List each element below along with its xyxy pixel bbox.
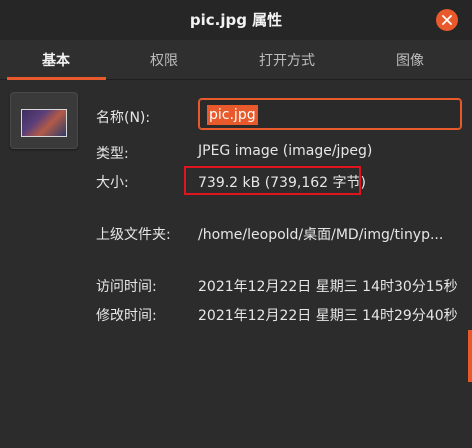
tab-image[interactable]: 图像	[360, 40, 460, 80]
tab-bar: 基本 权限 打开方式 图像	[0, 40, 472, 80]
tab-permissions[interactable]: 权限	[114, 40, 214, 80]
modified-value: 2021年12月22日 星期三 14时29分40秒	[198, 308, 458, 324]
parent-folder-value[interactable]: /home/leopold/桌面/MD/img/tinyp...	[198, 224, 443, 244]
window-title: pic.jpg 属性	[189, 11, 283, 29]
modified-label: 修改时间:	[96, 308, 157, 324]
active-tab-indicator	[7, 77, 106, 80]
properties-window: pic.jpg 属性 基本 权限 打开方式 图像 名称(N): pic.jpg …	[0, 0, 472, 448]
close-button[interactable]	[436, 9, 458, 31]
name-input-value: pic.jpg	[207, 105, 258, 125]
title-bar: pic.jpg 属性	[0, 0, 472, 40]
tab-open-with[interactable]: 打开方式	[237, 40, 337, 80]
type-label: 类型:	[96, 146, 129, 162]
name-input[interactable]: pic.jpg	[198, 98, 462, 130]
parent-folder-label: 上级文件夹:	[96, 227, 171, 243]
accessed-label: 访问时间:	[96, 279, 157, 295]
size-label: 大小:	[96, 175, 129, 191]
scrollbar-accent[interactable]	[468, 330, 472, 382]
size-highlight-box	[184, 166, 361, 195]
accessed-value: 2021年12月22日 星期三 14时30分15秒	[198, 279, 458, 295]
type-value: JPEG image (image/jpeg)	[198, 143, 373, 159]
close-icon	[442, 15, 452, 25]
file-thumbnail	[10, 92, 78, 149]
tab-basic[interactable]: 基本	[6, 40, 106, 80]
name-label: 名称(N):	[96, 110, 151, 126]
image-thumbnail-icon	[21, 109, 67, 137]
